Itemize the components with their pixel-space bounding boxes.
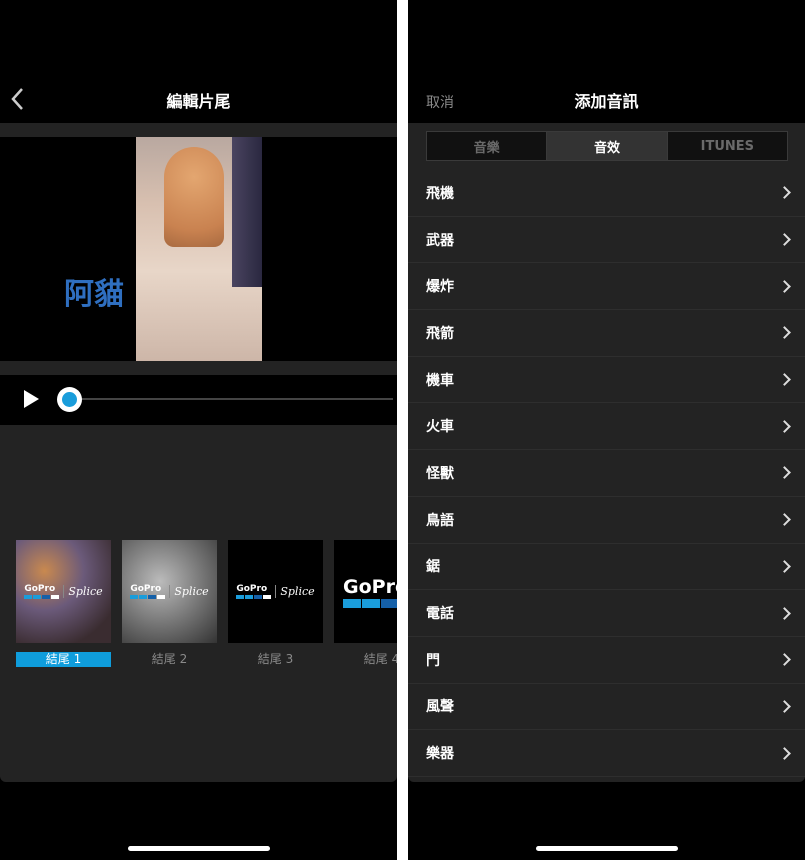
- category-item[interactable]: 鳥語: [408, 497, 805, 544]
- category-item[interactable]: 怪獸: [408, 450, 805, 497]
- home-indicator: [128, 846, 270, 851]
- chevron-right-icon: [778, 700, 791, 713]
- ending-label: 結尾 3: [257, 652, 294, 666]
- category-label: 鳥語: [426, 512, 454, 529]
- chevron-right-icon: [778, 606, 791, 620]
- home-indicator: [536, 846, 678, 851]
- category-label: 風聲: [426, 699, 454, 716]
- ending-label: 結尾 4: [363, 652, 397, 666]
- sound-category-list: 飛機武器爆炸飛箭機車火車怪獸鳥語鋸電話門風聲樂器: [408, 170, 805, 782]
- ending-thumbnail: GoPro: [334, 540, 397, 643]
- category-item[interactable]: 樂器: [408, 730, 805, 777]
- chevron-right-icon: [778, 653, 791, 667]
- ending-option-1[interactable]: GoPro Splice 結尾 1: [16, 540, 111, 667]
- chevron-right-icon: [778, 373, 791, 386]
- add-audio-screen: 取消 添加音訊 音樂 音效 ITUNES 飛機 武器 爆炸 飛箭 機車 火車 怪獸 鳥語鋸電話…: [408, 0, 805, 860]
- page-title: 編輯片尾: [166, 92, 231, 111]
- endings-panel: GoPro Splice 結尾 1 GoPro Splice 結尾 2 GoPro S…: [0, 425, 397, 782]
- ending-label: 結尾 1: [16, 652, 111, 667]
- category-label: 火車: [426, 419, 454, 436]
- category-item[interactable]: 火車: [408, 403, 805, 451]
- category-label: 飛機: [426, 185, 454, 202]
- playback-scrubber[interactable]: [69, 398, 393, 400]
- chevron-right-icon: [778, 279, 791, 293]
- category-label: 怪獸: [426, 465, 454, 482]
- page-title: 添加音訊: [574, 92, 639, 111]
- chevron-right-icon: [778, 513, 791, 527]
- category-label: 樂器: [426, 746, 454, 763]
- category-label: 鋸: [426, 559, 440, 576]
- ending-option-2[interactable]: GoPro Splice 結尾 2: [122, 540, 217, 667]
- category-item[interactable]: 機車: [408, 357, 805, 404]
- category-item[interactable]: 飛機: [408, 170, 805, 217]
- chevron-right-icon: [778, 746, 791, 760]
- tab-itunes[interactable]: ITUNES: [666, 132, 787, 160]
- chevron-right-icon: [778, 559, 791, 573]
- category-item[interactable]: 飛箭: [408, 310, 805, 357]
- cat-video-frame: [136, 137, 262, 361]
- category-item[interactable]: 爆炸: [408, 263, 805, 311]
- category-item[interactable]: 風聲: [408, 684, 805, 731]
- tab-music[interactable]: 音樂: [427, 132, 546, 160]
- category-label: 門: [426, 652, 440, 669]
- tab-sound-effects[interactable]: 音效: [546, 132, 667, 160]
- edit-ending-screen: 編輯片尾 阿貓 GoPro Splice 結尾 1 GoPro Splice 結尾 …: [0, 0, 397, 860]
- chevron-right-icon: [778, 326, 791, 340]
- divider: [0, 361, 397, 375]
- ending-label: 結尾 2: [151, 652, 188, 666]
- video-caption: 阿貓: [64, 277, 124, 312]
- ending-thumbnail: GoPro Splice: [228, 540, 323, 643]
- scrubber-handle[interactable]: [57, 387, 82, 412]
- ending-thumbnail: GoPro Splice: [16, 540, 111, 643]
- category-item[interactable]: 武器: [408, 217, 805, 264]
- category-label: 機車: [426, 372, 454, 389]
- audio-source-tabs: 音樂 音效 ITUNES: [426, 131, 788, 161]
- chevron-right-icon: [778, 233, 791, 246]
- divider: [0, 123, 397, 137]
- category-label: 爆炸: [426, 279, 454, 296]
- category-item[interactable]: 電話: [408, 590, 805, 637]
- category-label: 電話: [426, 606, 454, 623]
- chevron-right-icon: [778, 186, 791, 200]
- category-label: 飛箭: [426, 325, 454, 342]
- category-item[interactable]: 門: [408, 637, 805, 684]
- chevron-right-icon: [778, 466, 791, 480]
- video-preview[interactable]: 阿貓: [0, 137, 397, 361]
- category-item[interactable]: 鋸: [408, 544, 805, 591]
- play-icon[interactable]: [24, 390, 39, 408]
- ending-option-3[interactable]: GoPro Splice 結尾 3: [228, 540, 323, 667]
- category-label: 武器: [426, 232, 454, 249]
- ending-option-4[interactable]: GoPro 結尾 4: [334, 540, 397, 667]
- ending-thumbnail: GoPro Splice: [122, 540, 217, 643]
- chevron-right-icon: [778, 419, 791, 433]
